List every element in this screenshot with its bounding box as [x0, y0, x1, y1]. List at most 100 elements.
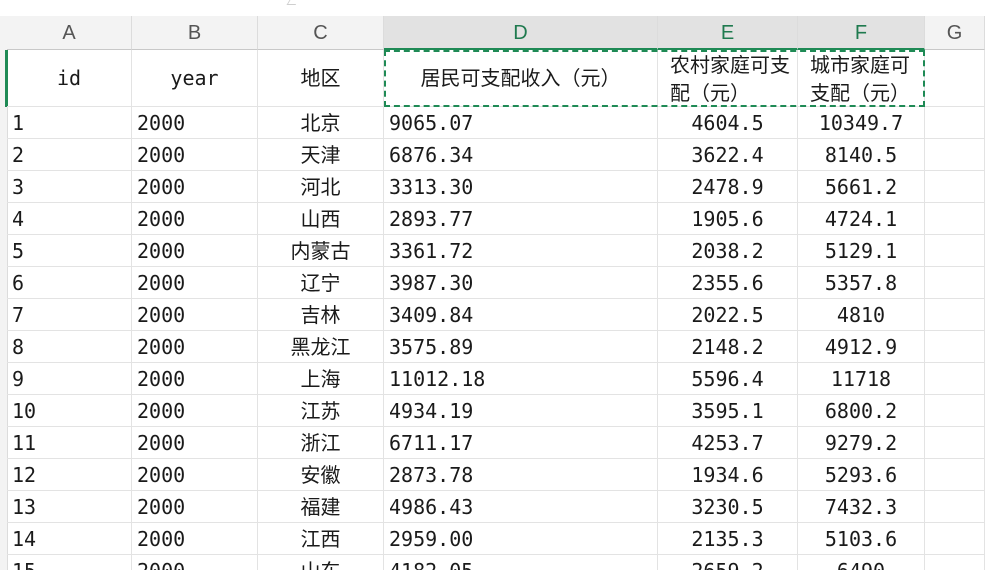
- cell-rural[interactable]: 4604.5: [658, 107, 798, 139]
- header-cell-region[interactable]: 地区: [258, 50, 384, 107]
- cell-income[interactable]: 3987.30: [384, 267, 658, 299]
- cell-id[interactable]: 4: [7, 203, 132, 235]
- cell-id[interactable]: 15: [7, 555, 132, 570]
- cell-income[interactable]: 2893.77: [384, 203, 658, 235]
- cell-rural[interactable]: 5596.4: [658, 363, 798, 395]
- cell-g[interactable]: [925, 459, 985, 491]
- cell-id[interactable]: 2: [7, 139, 132, 171]
- cell-g[interactable]: [925, 203, 985, 235]
- cell-region[interactable]: 内蒙古: [258, 235, 384, 267]
- cell-g[interactable]: [925, 427, 985, 459]
- cell-urban[interactable]: 5661.2: [798, 171, 925, 203]
- cell-year[interactable]: 2000: [132, 459, 258, 491]
- cell-region[interactable]: 浙江: [258, 427, 384, 459]
- cell-rural[interactable]: 3230.5: [658, 491, 798, 523]
- cell-income[interactable]: 3409.84: [384, 299, 658, 331]
- cell-region[interactable]: 江苏: [258, 395, 384, 427]
- column-header-b[interactable]: B: [132, 16, 258, 50]
- cell-id[interactable]: 8: [7, 331, 132, 363]
- cell-rural[interactable]: 2022.5: [658, 299, 798, 331]
- cell-g[interactable]: [925, 235, 985, 267]
- cell-id[interactable]: 3: [7, 171, 132, 203]
- cell-year[interactable]: 2000: [132, 171, 258, 203]
- cell-rural[interactable]: 3595.1: [658, 395, 798, 427]
- cell-income[interactable]: 3313.30: [384, 171, 658, 203]
- cell-urban[interactable]: 6800.2: [798, 395, 925, 427]
- column-header-e[interactable]: E: [658, 16, 798, 50]
- cell-income[interactable]: 4182.05: [384, 555, 658, 570]
- cell-income[interactable]: 2959.00: [384, 523, 658, 555]
- cell-rural[interactable]: 4253.7: [658, 427, 798, 459]
- cell-urban[interactable]: 5129.1: [798, 235, 925, 267]
- cell-urban[interactable]: 4724.1: [798, 203, 925, 235]
- header-cell-id[interactable]: id: [7, 50, 132, 107]
- cell-g[interactable]: [925, 171, 985, 203]
- cell-g[interactable]: [925, 363, 985, 395]
- cell-urban[interactable]: 10349.7: [798, 107, 925, 139]
- cell-g[interactable]: [925, 555, 985, 570]
- cell-year[interactable]: 2000: [132, 427, 258, 459]
- cell-urban[interactable]: 6490: [798, 555, 925, 570]
- cell-income[interactable]: 4934.19: [384, 395, 658, 427]
- cell-year[interactable]: 2000: [132, 555, 258, 570]
- cell-g[interactable]: [925, 299, 985, 331]
- cell-id[interactable]: 7: [7, 299, 132, 331]
- cell-income[interactable]: 9065.07: [384, 107, 658, 139]
- cell-urban[interactable]: 7432.3: [798, 491, 925, 523]
- cell-id[interactable]: 5: [7, 235, 132, 267]
- cell-year[interactable]: 2000: [132, 235, 258, 267]
- cell-region[interactable]: 北京: [258, 107, 384, 139]
- cell-g[interactable]: [925, 139, 985, 171]
- cell-rural[interactable]: 1934.6: [658, 459, 798, 491]
- column-header-a[interactable]: A: [7, 16, 132, 50]
- cell-id[interactable]: 10: [7, 395, 132, 427]
- cell-rural[interactable]: 2038.2: [658, 235, 798, 267]
- cell-region[interactable]: 天津: [258, 139, 384, 171]
- cell-urban[interactable]: 5293.6: [798, 459, 925, 491]
- cell-g[interactable]: [925, 523, 985, 555]
- cell-urban[interactable]: 4810: [798, 299, 925, 331]
- cell-urban[interactable]: 8140.5: [798, 139, 925, 171]
- header-cell-year[interactable]: year: [132, 50, 258, 107]
- cell-year[interactable]: 2000: [132, 523, 258, 555]
- cell-g[interactable]: [925, 331, 985, 363]
- cell-year[interactable]: 2000: [132, 395, 258, 427]
- cell-income[interactable]: 6876.34: [384, 139, 658, 171]
- column-header-f[interactable]: F: [798, 16, 925, 50]
- cell-year[interactable]: 2000: [132, 363, 258, 395]
- cell-year[interactable]: 2000: [132, 267, 258, 299]
- cell-region[interactable]: 上海: [258, 363, 384, 395]
- cell-year[interactable]: 2000: [132, 491, 258, 523]
- cell-year[interactable]: 2000: [132, 299, 258, 331]
- cell-rural[interactable]: 2355.6: [658, 267, 798, 299]
- cell-rural[interactable]: 2478.9: [658, 171, 798, 203]
- cell-year[interactable]: 2000: [132, 203, 258, 235]
- cell-rural[interactable]: 1905.6: [658, 203, 798, 235]
- header-cell-rural[interactable]: 农村家庭可支配（元）: [658, 50, 798, 107]
- cell-region[interactable]: 吉林: [258, 299, 384, 331]
- cell-region[interactable]: 山西: [258, 203, 384, 235]
- cell-g[interactable]: [925, 395, 985, 427]
- header-cell-urban[interactable]: 城市家庭可支配（元）: [798, 50, 925, 107]
- cell-id[interactable]: 9: [7, 363, 132, 395]
- spreadsheet-grid[interactable]: ABCDEFG id year 地区 居民可支配收入（元） 农村家庭可支配（元） 城市家庭…: [0, 0, 985, 570]
- cell-rural[interactable]: 3622.4: [658, 139, 798, 171]
- cell-id[interactable]: 6: [7, 267, 132, 299]
- cell-rural[interactable]: 2659.2: [658, 555, 798, 570]
- cell-income[interactable]: 2873.78: [384, 459, 658, 491]
- cell-g[interactable]: [925, 267, 985, 299]
- cell-year[interactable]: 2000: [132, 139, 258, 171]
- cell-region[interactable]: 安徽: [258, 459, 384, 491]
- cell-region[interactable]: 福建: [258, 491, 384, 523]
- cell-urban[interactable]: 11718: [798, 363, 925, 395]
- cell-income[interactable]: 3361.72: [384, 235, 658, 267]
- cell-year[interactable]: 2000: [132, 107, 258, 139]
- cell-urban[interactable]: 5357.8: [798, 267, 925, 299]
- cell-id[interactable]: 12: [7, 459, 132, 491]
- cell-id[interactable]: 1: [7, 107, 132, 139]
- header-cell-g[interactable]: [925, 50, 985, 107]
- cell-urban[interactable]: 9279.2: [798, 427, 925, 459]
- cell-region[interactable]: 河北: [258, 171, 384, 203]
- cell-id[interactable]: 14: [7, 523, 132, 555]
- column-header-c[interactable]: C: [258, 16, 384, 50]
